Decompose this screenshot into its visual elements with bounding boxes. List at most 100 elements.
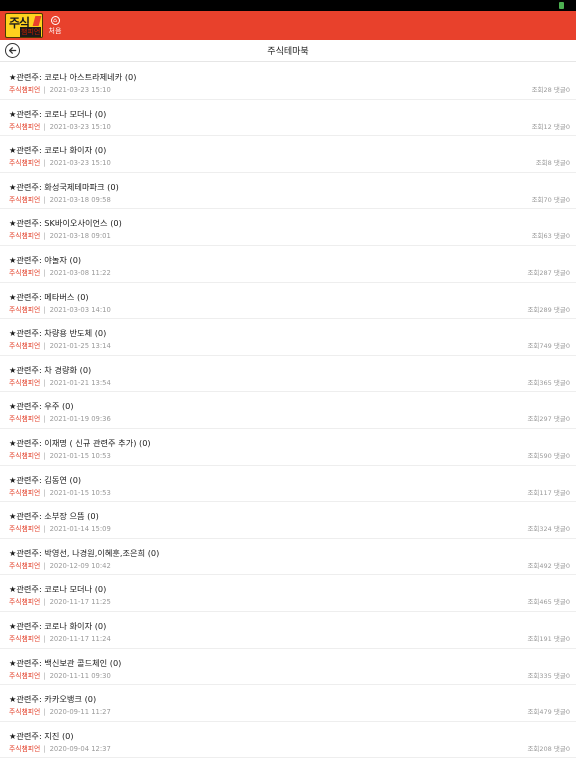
post-stats: 조회8 댓글0 [536,157,570,167]
list-item[interactable]: ★관련주: SK바이오사이언스 (0) 주식챔피언 | 2021-03-18 09:0… [0,209,576,246]
list-item[interactable]: ★관련주: 메타버스 (0) 주식챔피언 | 2021-03-03 14:10 조회28… [0,283,576,320]
post-author: 주식챔피언 [9,451,41,460]
post-meta: 주식챔피언 | 2021-01-15 10:53 [9,487,111,497]
comment-count: 댓글0 [553,342,570,351]
list-item[interactable]: ★관련주: 차 경량화 (0) 주식챔피언 | 2021-01-21 13:54 조회3… [0,356,576,393]
comment-count: 댓글0 [553,708,570,717]
post-meta: 주식챔피언 | 2021-03-18 09:01 [9,230,111,240]
post-title[interactable]: ★관련주: 코로나 모더나 (0) [9,583,106,595]
page-header: 주식테마북 [0,40,576,62]
list-item[interactable]: ★관련주: 박영선, 나경원,이혜훈,조은희 (0) 주식챔피언 | 2020-12-… [0,539,576,576]
post-stats: 조회289 댓글0 [527,304,570,314]
post-title[interactable]: ★관련주: 화성국제테마파크 (0) [9,181,119,193]
post-stats: 조회117 댓글0 [527,487,570,497]
system-status-bar [0,0,576,11]
comment-count: 댓글0 [553,378,570,387]
comment-count: 댓글0 [553,598,570,607]
post-stats: 조회492 댓글0 [527,560,570,570]
post-stats: 조회28 댓글0 [532,84,570,94]
list-item[interactable]: ★관련주: 지진 (0) 주식챔피언 | 2020-09-04 12:37 조회208 … [0,722,576,759]
post-stats: 조회335 댓글0 [527,670,570,680]
post-stats: 조회297 댓글0 [527,413,570,423]
meta-separator: | [43,634,46,643]
meta-separator: | [43,744,46,753]
view-count: 조회590 [527,451,552,460]
list-item[interactable]: ★관련주: 코로나 화이자 (0) 주식챔피언 | 2020-11-17 11:24 조… [0,612,576,649]
post-stats: 조회465 댓글0 [527,596,570,606]
post-title[interactable]: ★관련주: 백신보관 콜드체인 (0) [9,657,121,669]
post-date: 2020-11-17 11:24 [49,634,111,643]
post-title[interactable]: ★관련주: SK바이오사이언스 (0) [9,217,122,229]
post-date: 2021-03-08 11:22 [49,268,111,277]
post-title[interactable]: ★관련주: 코로나 화이자 (0) [9,620,106,632]
list-item[interactable]: ★관련주: 이재명 ( 신규 관련주 추가) (0) 주식챔피언 | 2021-01-… [0,429,576,466]
meta-separator: | [43,561,46,570]
post-meta: 주식챔피언 | 2021-03-18 09:58 [9,194,111,204]
post-title[interactable]: ★관련주: 메타버스 (0) [9,291,89,303]
post-title[interactable]: ★관련주: 차 경량화 (0) [9,364,91,376]
list-item[interactable]: ★관련주: 야놀자 (0) 주식챔피언 | 2021-03-08 11:22 조회287… [0,246,576,283]
comment-count: 댓글0 [553,744,570,753]
comment-count: 댓글0 [553,122,570,131]
list-item[interactable]: ★관련주: 카카오뱅크 (0) 주식챔피언 | 2020-09-11 11:27 조회4… [0,685,576,722]
comment-count: 댓글0 [553,415,570,424]
meta-separator: | [43,86,46,94]
meta-separator: | [43,378,46,387]
meta-separator: | [43,122,46,131]
post-date: 2021-03-18 09:01 [49,232,111,241]
list-item[interactable]: ★관련주: 백신보관 콜드체인 (0) 주식챔피언 | 2020-11-11 09:3… [0,649,576,686]
post-title[interactable]: ★관련주: 지진 (0) [9,730,74,742]
post-title[interactable]: ★관련주: 야놀자 (0) [9,254,81,266]
view-count: 조회365 [527,378,552,387]
home-button[interactable]: ⌂ 처음 [47,15,63,37]
comment-count: 댓글0 [553,195,570,204]
list-item[interactable]: ★관련주: 차량용 반도체 (0) 주식챔피언 | 2021-01-25 13:14 조… [0,319,576,356]
post-title[interactable]: ★관련주: 김동연 (0) [9,474,81,486]
comment-count: 댓글0 [553,268,570,277]
post-stats: 조회70 댓글0 [532,194,570,204]
list-item[interactable]: ★관련주: 코로나 화이자 (0) 주식챔피언 | 2021-03-23 15:10 조… [0,136,576,173]
comment-count: 댓글0 [553,525,570,534]
post-stats: 조회590 댓글0 [527,450,570,460]
post-date: 2021-01-15 10:53 [49,488,111,497]
meta-separator: | [43,232,46,241]
post-date: 2021-03-18 09:58 [49,195,111,204]
post-date: 2021-03-03 14:10 [49,305,111,314]
list-item[interactable]: ★관련주: 김동연 (0) 주식챔피언 | 2021-01-15 10:53 조회117… [0,466,576,503]
post-date: 2021-03-23 15:10 [49,159,111,168]
post-author: 주식챔피언 [9,488,41,497]
post-title[interactable]: ★관련주: 박영선, 나경원,이혜훈,조은희 (0) [9,547,159,559]
post-stats: 조회287 댓글0 [527,267,570,277]
logo-sub-text: 챔피언 [20,27,42,37]
list-item[interactable]: ★관련주: 화성국제테마파크 (0) 주식챔피언 | 2021-03-18 09:58… [0,173,576,210]
post-list: ★관련주: 코로나 아스트라제네카 (0) 주식챔피언 | 2021-03-23 15… [0,63,576,759]
post-author: 주식챔피언 [9,86,41,94]
post-author: 주식챔피언 [9,122,41,131]
app-logo[interactable]: 주식 챔피언 [5,13,43,38]
post-author: 주식챔피언 [9,159,41,168]
post-stats: 조회479 댓글0 [527,706,570,716]
post-meta: 주식챔피언 | 2021-01-19 09:36 [9,413,111,423]
app-header: 주식 챔피언 ⌂ 처음 [0,11,576,40]
post-title[interactable]: ★관련주: 코로나 모더나 (0) [9,108,106,120]
list-item[interactable]: ★관련주: 코로나 모더나 (0) 주식챔피언 | 2020-11-17 11:25 조… [0,575,576,612]
post-title[interactable]: ★관련주: 이재명 ( 신규 관련주 추가) (0) [9,437,151,449]
post-author: 주식챔피언 [9,671,41,680]
post-title[interactable]: ★관련주: 코로나 화이자 (0) [9,144,106,156]
view-count: 조회287 [527,268,552,277]
post-title[interactable]: ★관련주: 차량용 반도체 (0) [9,327,106,339]
post-title[interactable]: ★관련주: 우주 (0) [9,400,74,412]
list-item[interactable]: ★관련주: 코로나 모더나 (0) 주식챔피언 | 2021-03-23 15:10 조… [0,100,576,137]
post-author: 주식챔피언 [9,598,41,607]
battery-icon [559,2,564,9]
list-item[interactable]: ★관련주: 소부장 으뜸 (0) 주식챔피언 | 2021-01-14 15:09 조회… [0,502,576,539]
view-count: 조회191 [527,634,552,643]
list-item[interactable]: ★관련주: 우주 (0) 주식챔피언 | 2021-01-19 09:36 조회297 … [0,392,576,429]
post-title[interactable]: ★관련주: 카카오뱅크 (0) [9,693,96,705]
list-item[interactable]: ★관련주: 코로나 아스트라제네카 (0) 주식챔피언 | 2021-03-23 15… [0,63,576,100]
post-meta: 주식챔피언 | 2021-03-23 15:10 [9,84,111,94]
post-title[interactable]: ★관련주: 소부장 으뜸 (0) [9,510,99,522]
post-author: 주식챔피언 [9,561,41,570]
post-date: 2021-03-23 15:10 [49,86,111,94]
post-title[interactable]: ★관련주: 코로나 아스트라제네카 (0) [9,71,136,83]
